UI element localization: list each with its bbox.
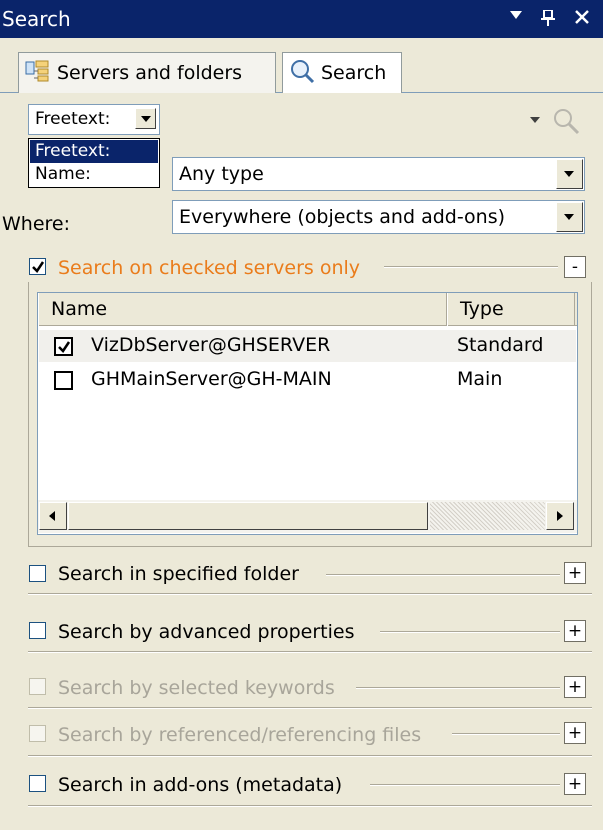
specified-folder-label[interactable]: Search in specified folder	[58, 563, 299, 585]
servers-folders-icon	[25, 59, 51, 88]
dropdown-option-freetext[interactable]: Freetext:	[30, 140, 158, 163]
scroll-right-icon[interactable]	[546, 502, 574, 530]
addons-metadata-label[interactable]: Search in add-ons (metadata)	[58, 774, 342, 796]
column-header-name[interactable]: Name	[38, 293, 447, 326]
selected-keywords-label: Search by selected keywords	[58, 677, 335, 699]
row-checkbox[interactable]	[54, 371, 73, 390]
where-select[interactable]: Everywhere (objects and add-ons)	[172, 200, 585, 234]
section-divider	[326, 574, 560, 576]
server-name: VizDbServer@GHSERVER	[91, 334, 331, 356]
scroll-left-icon[interactable]	[39, 502, 67, 530]
scroll-track[interactable]	[430, 502, 545, 530]
section-divider	[370, 784, 560, 786]
checked-servers-checkbox[interactable]	[29, 258, 46, 275]
type-value: Any type	[179, 163, 264, 185]
section-divider	[356, 687, 560, 689]
collapse-button[interactable]: -	[564, 256, 586, 278]
expand-button[interactable]: +	[564, 620, 586, 642]
pin-icon[interactable]	[536, 4, 560, 32]
advanced-properties-checkbox[interactable]	[29, 622, 46, 639]
tab-search[interactable]: Search	[282, 52, 402, 93]
server-type: Main	[457, 368, 503, 390]
where-value: Everywhere (objects and add-ons)	[179, 206, 506, 228]
specified-folder-checkbox[interactable]	[29, 565, 46, 582]
server-type: Standard	[457, 334, 544, 356]
dropdown-option-name[interactable]: Name:	[30, 163, 158, 186]
search-history-arrow-icon[interactable]	[530, 117, 540, 123]
close-icon[interactable]	[570, 4, 594, 32]
chevron-down-icon[interactable]	[556, 202, 583, 232]
section-divider	[384, 266, 558, 268]
section-underline	[28, 707, 592, 709]
horizontal-scrollbar[interactable]	[38, 500, 577, 533]
server-name: GHMainServer@GH-MAIN	[91, 368, 332, 390]
advanced-properties-label[interactable]: Search by advanced properties	[58, 621, 355, 643]
server-list[interactable]: Name Type VizDbServer@GHSERVER Standard …	[37, 292, 578, 535]
search-button-icon[interactable]	[551, 106, 581, 141]
table-row[interactable]: VizDbServer@GHSERVER Standard	[39, 330, 576, 362]
section-divider	[452, 733, 560, 735]
expand-button[interactable]: +	[564, 722, 586, 744]
referenced-files-checkbox[interactable]	[29, 725, 46, 742]
section-divider	[380, 631, 560, 633]
search-mode-dropdown: Freetext: Name:	[28, 138, 160, 188]
type-select[interactable]: Any type	[172, 157, 585, 191]
section-underline	[28, 805, 592, 807]
addons-metadata-checkbox[interactable]	[29, 775, 46, 792]
list-header: Name Type	[38, 293, 577, 326]
section-underline	[28, 755, 592, 757]
tab-servers-and-folders[interactable]: Servers and folders	[18, 52, 276, 93]
magnifier-icon	[289, 58, 315, 89]
where-label: Where:	[2, 213, 71, 235]
tab-label: Servers and folders	[57, 62, 243, 84]
section-underline	[28, 593, 592, 595]
selected-keywords-checkbox[interactable]	[29, 678, 46, 695]
referenced-files-label: Search by referenced/referencing files	[58, 724, 422, 746]
scroll-thumb[interactable]	[68, 502, 428, 530]
chevron-down-icon[interactable]	[135, 108, 156, 129]
tab-label: Search	[321, 62, 387, 84]
column-header-type[interactable]: Type	[447, 293, 575, 326]
search-input[interactable]	[168, 104, 528, 135]
panel-title: Search	[2, 7, 71, 31]
row-checkbox[interactable]	[54, 337, 73, 356]
chevron-down-icon[interactable]	[556, 159, 583, 189]
search-mode-select[interactable]: Freetext:	[28, 104, 160, 135]
expand-button[interactable]: +	[564, 773, 586, 795]
dropdown-arrow-icon[interactable]	[504, 4, 528, 32]
section-underline	[28, 651, 592, 653]
expand-button[interactable]: +	[564, 676, 586, 698]
search-mode-value: Freetext:	[35, 109, 111, 129]
checked-servers-label[interactable]: Search on checked servers only	[58, 257, 360, 279]
panel-titlebar: Search	[0, 0, 603, 38]
expand-button[interactable]: +	[564, 562, 586, 584]
table-row[interactable]: GHMainServer@GH-MAIN Main	[39, 364, 576, 396]
